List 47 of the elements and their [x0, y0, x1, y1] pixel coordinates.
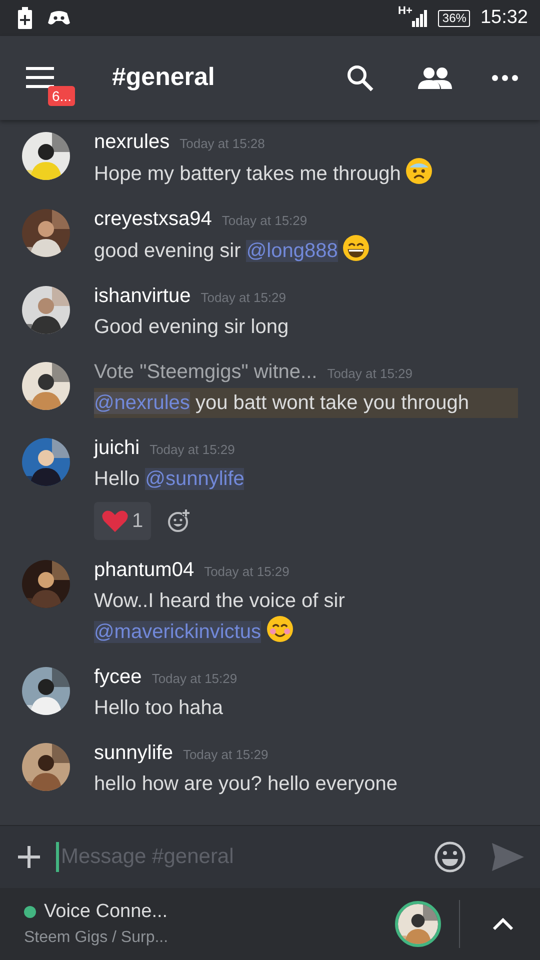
message-text: Good evening sir long	[94, 316, 289, 338]
author-name[interactable]: ishanvirtue	[94, 284, 191, 308]
emoji-icon[interactable]	[434, 841, 466, 873]
message-text: hello how are you? hello everyone	[94, 773, 398, 795]
author-name[interactable]: fycee	[94, 665, 142, 689]
timestamp: Today at 15:29	[204, 563, 290, 581]
timestamp: Today at 15:29	[150, 441, 235, 459]
message-text: Wow..I heard the voice of sir	[94, 590, 345, 612]
search-icon[interactable]	[346, 64, 374, 92]
notification-badge: 6...	[48, 86, 76, 106]
voice-status: Voice Conne...	[44, 900, 168, 924]
timestamp: Today at 15:29	[152, 670, 238, 688]
author-name[interactable]: creyestxsa94	[94, 207, 212, 231]
add-reaction-icon[interactable]	[167, 509, 192, 533]
timestamp: Today at 15:29	[222, 212, 308, 230]
menu-icon[interactable]	[26, 67, 56, 89]
message-text: Hello too haha	[94, 697, 223, 719]
battery-level: 36%	[438, 10, 470, 26]
chevron-up-icon[interactable]	[492, 917, 514, 931]
message-text: you batt wont take you through	[195, 392, 469, 414]
signal-icon	[412, 9, 428, 27]
author-name[interactable]: nexrules	[94, 130, 170, 154]
author-name[interactable]: Vote "Steemgigs" witne...	[94, 360, 318, 384]
reaction-button[interactable]: 1	[94, 502, 152, 540]
heart-icon	[102, 510, 128, 532]
channel-title: #general	[112, 62, 216, 94]
battery-charging-icon	[18, 7, 32, 29]
more-options-icon[interactable]	[492, 75, 518, 81]
grinning-face-icon	[343, 235, 370, 261]
author-name[interactable]: sunnylife	[94, 741, 173, 765]
smiling-face-icon	[266, 616, 293, 642]
timestamp: Today at 15:29	[200, 289, 286, 307]
timestamp: Today at 15:29	[327, 365, 412, 383]
network-type-label: H+	[398, 6, 412, 17]
message-text: good evening sir	[94, 240, 241, 262]
message-text: Hello	[94, 468, 140, 490]
members-icon[interactable]	[418, 67, 452, 89]
worried-face-icon	[406, 158, 432, 184]
add-icon[interactable]	[18, 846, 40, 868]
voice-channel-name: Steem Gigs / Surp...	[24, 928, 170, 948]
author-name[interactable]: phantum04	[94, 558, 194, 582]
clock: 15:32	[480, 6, 528, 30]
timestamp: Today at 15:28	[180, 135, 265, 153]
message-text: Hope my battery takes me through	[94, 163, 401, 185]
timestamp: Today at 15:29	[182, 746, 268, 764]
author-name[interactable]: juichi	[94, 436, 140, 460]
game-controller-icon	[48, 10, 70, 26]
